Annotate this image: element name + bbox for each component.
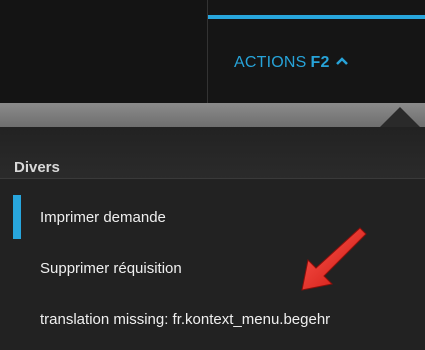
- shortcut-key: F2: [310, 54, 330, 71]
- section-divider: [0, 178, 425, 179]
- chevron-up-icon: [335, 57, 348, 65]
- menu-item-translation-missing[interactable]: translation missing: fr.kontext_menu.beg…: [0, 297, 425, 341]
- menu-item-label: Imprimer demande: [40, 209, 166, 226]
- actions-tab[interactable]: ACTIONS F2: [207, 0, 425, 103]
- menu-item-label: Supprimer réquisition: [40, 260, 182, 277]
- section-header: Divers: [0, 127, 425, 179]
- menu-divider-strip: [0, 103, 425, 127]
- menu-item-label: translation missing: fr.kontext_menu.beg…: [40, 311, 331, 328]
- dropdown-pointer: [380, 107, 420, 127]
- section-title: Divers: [14, 159, 60, 176]
- red-arrow-annotation: [301, 227, 367, 291]
- actions-tab-label[interactable]: ACTIONS F2: [234, 54, 348, 72]
- active-indicator: [13, 195, 21, 239]
- actions-tab-accent: [208, 15, 425, 19]
- actions-text: ACTIONS: [234, 54, 307, 71]
